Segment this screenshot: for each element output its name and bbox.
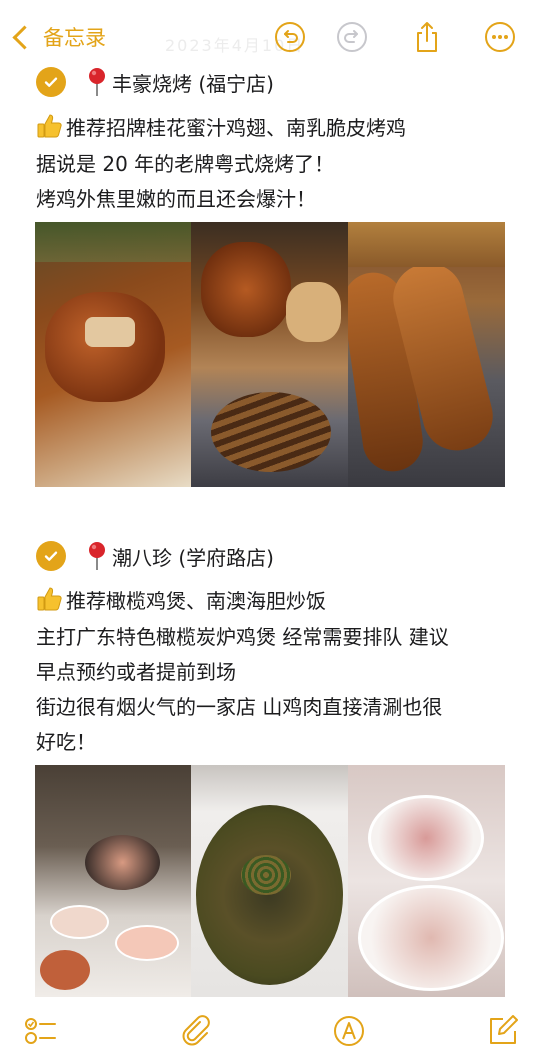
share-button[interactable] [410, 20, 444, 54]
roast-chicken-skewers-photo [191, 222, 348, 487]
round-pushpin-icon [89, 68, 105, 96]
entry-line: 好吃！ [36, 730, 96, 754]
back-label: 备忘录 [43, 26, 106, 50]
thumbs-up-icon [37, 587, 62, 611]
grilled-wings-photo [348, 222, 505, 487]
entry-line-text: 推荐橄榄鸡煲、南澳海胆炒饭 [66, 589, 326, 613]
entry-title: 丰豪烧烤 (福宁店) [112, 71, 274, 96]
entry-title-row: 潮八珍 (学府路店) [36, 541, 274, 571]
checklist-icon [25, 1018, 56, 1044]
compose-icon [490, 1015, 518, 1044]
hotpot-table-photo [35, 765, 191, 997]
redo-icon [337, 22, 367, 52]
checkmark-icon [44, 551, 58, 561]
more-icon [485, 22, 515, 52]
checkmark-icon [44, 77, 58, 87]
sea-urchin-fried-rice-photo [191, 765, 348, 997]
entry-line: 烤鸡外焦里嫩的而且还会爆汁！ [36, 187, 316, 211]
entry-line: 主打广东特色橄榄炭炉鸡煲 经常需要排队 建议 [36, 625, 449, 649]
checked-checkbox[interactable] [36, 541, 66, 571]
round-pushpin-icon [89, 542, 105, 570]
entry-line: 早点预约或者提前到场 [36, 660, 236, 684]
chevron-left-icon [12, 24, 37, 50]
photo-attachment[interactable] [35, 765, 505, 997]
redo-button[interactable] [335, 20, 369, 54]
back-button[interactable]: 备忘录 [10, 22, 106, 52]
entry-title-row: 丰豪烧烤 (福宁店) [36, 67, 274, 97]
entry-title: 潮八珍 (学府路店) [112, 545, 274, 570]
markup-icon [334, 1016, 364, 1046]
entry-line: 街边很有烟火气的一家店 山鸡肉直接清涮也很 [36, 695, 443, 719]
entry-line: 推荐橄榄鸡煲、南澳海胆炒饭 [36, 585, 326, 614]
compose-button[interactable] [485, 1014, 519, 1048]
checklist-button[interactable] [24, 1014, 58, 1048]
undo-button[interactable] [273, 20, 307, 54]
undo-icon [275, 22, 305, 52]
markup-button[interactable] [332, 1014, 366, 1048]
roast-chicken-photo [35, 222, 191, 487]
entry-line-text: 推荐招牌桂花蜜汁鸡翅、南乳脆皮烤鸡 [66, 116, 406, 140]
more-button[interactable] [483, 20, 517, 54]
entry-line: 据说是 20 年的老牌粤式烧烤了！ [36, 152, 335, 176]
bottom-toolbar [0, 1000, 540, 1058]
photo-attachment[interactable] [35, 222, 505, 487]
share-icon [417, 22, 437, 52]
checked-checkbox[interactable] [36, 67, 66, 97]
raw-chicken-plates-photo [348, 765, 505, 997]
attachment-icon [182, 1015, 210, 1046]
entry-line: 推荐招牌桂花蜜汁鸡翅、南乳脆皮烤鸡 [36, 112, 406, 141]
thumbs-up-icon [37, 114, 62, 138]
attachment-button[interactable] [178, 1014, 212, 1048]
